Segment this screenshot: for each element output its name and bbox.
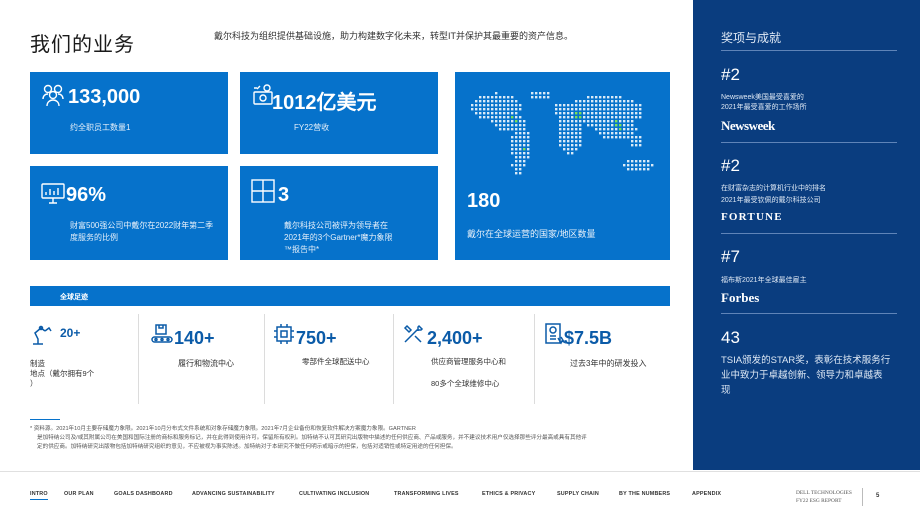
- parts-desc: 零部件全球配送中心: [302, 357, 370, 366]
- nav-intro[interactable]: INTRO: [30, 491, 48, 500]
- fortune500-desc: 财富500强公司中戴尔在2022财年第二季度服务的比例: [70, 221, 214, 242]
- award-rank: 43: [721, 328, 740, 347]
- sidebar-rule: [721, 142, 897, 143]
- award-text: 2021年最受钦佩的戴尔科技公司: [721, 197, 821, 204]
- card-fortune500: 96% 财富500强公司中戴尔在2022财年第二季度服务的比例: [30, 166, 228, 260]
- report-name: FY22 ESG REPORT: [796, 498, 842, 504]
- sidebar-rule: [721, 313, 897, 314]
- tools-icon: [403, 324, 424, 343]
- rnd-desc: 过去3年中的研发投入: [570, 359, 647, 368]
- service-desc3: 80多个全球维修中心: [431, 379, 500, 388]
- conveyor-icon: [151, 324, 173, 343]
- page-title: 我们的业务: [30, 34, 135, 56]
- sidebar-rule: [721, 233, 897, 234]
- parts-value: 750+: [296, 328, 337, 348]
- employees-value: 133,000: [68, 86, 141, 108]
- gartner-desc: 戴尔科技公司被评为领导者在2021年的3个Gartner*魔力象限™报告中*: [284, 221, 393, 254]
- gartner-value: 3: [278, 184, 290, 206]
- brand-name: DELL TECHNOLOGIES: [796, 490, 852, 496]
- rnd-value: $7.5B: [564, 328, 613, 348]
- logistics-desc: 履行和物流中心: [178, 359, 234, 368]
- card-gartner: 3 戴尔科技公司被评为领导者在2021年的3个Gartner*魔力象限™报告中*: [240, 166, 438, 260]
- revenue-value: 1012亿美元: [272, 92, 377, 114]
- nav-advancing-sustainability[interactable]: ADVANCING SUSTAINABILITY: [192, 491, 275, 497]
- divider: [393, 314, 394, 404]
- award-rank: #2: [721, 65, 740, 84]
- global-footprint-label: 全球足迹: [60, 294, 88, 301]
- brand-divider: [862, 488, 863, 506]
- stat-rnd: $7.5B 过去3年中的研发投入: [534, 314, 670, 404]
- people-icon: [42, 84, 64, 107]
- forbes-logo: Forbes: [721, 290, 760, 305]
- grid-icon: [251, 179, 275, 203]
- nav-transforming-lives[interactable]: TRANSFORMING LIVES: [394, 491, 459, 497]
- newsweek-logo: Newsweek: [721, 118, 775, 133]
- nav-divider: [0, 471, 920, 472]
- award-text: TSIA颁发的STAR奖，表彰在技术服务行业中致力于卓越创新、领导力和卓越表现: [721, 355, 891, 396]
- divider: [264, 314, 265, 404]
- divider: [534, 314, 535, 404]
- footnote: * 资料源。2021年10月主要存储魔力象限。2021年10月分布式文件系统和对…: [30, 425, 670, 452]
- nav-goals-dashboard[interactable]: GOALS DASHBOARD: [114, 491, 173, 497]
- manufacturing-desc3: ）: [30, 379, 38, 388]
- award-text: 在财富杂志的计算机行业中的排名: [721, 185, 826, 192]
- chip-icon: [274, 324, 294, 344]
- global-footprint-bar: 全球足迹: [30, 286, 670, 306]
- manufacturing-value: 20+: [60, 326, 81, 340]
- intro-text: 戴尔科技为组织提供基础设施，助力构建数字化未来，转型IT并保护其最重要的资产信息…: [214, 31, 574, 41]
- footnote-line: * 资料源。2021年10月主要存储魔力象限。2021年10月分布式文件系统和对…: [30, 426, 416, 432]
- document-icon: [545, 323, 566, 345]
- stat-service: 2,400+ 供应商管理服务中心和 80多个全球维修中心: [393, 314, 533, 404]
- award-rank: #7: [721, 247, 740, 266]
- divider: [138, 314, 139, 404]
- stat-logistics: 140+ 履行和物流中心: [138, 314, 263, 404]
- footnote-line: 定的供应商。加特纳研究出版物包括加特纳研究组织的意见，不应被视为事实陈述。加特纳…: [37, 444, 457, 450]
- footnote-line: 是加特纳公司及/或其附属公司在美国和国际注册的商标和服务标记，并在此得到使用许可…: [37, 435, 587, 441]
- chart-monitor-icon: [41, 183, 65, 204]
- employees-desc: 约全职员工数量1: [70, 123, 131, 132]
- page-number: 5: [876, 493, 880, 499]
- nav-ethics-privacy[interactable]: ETHICS & PRIVACY: [482, 491, 535, 497]
- award-text: 2021年最受喜爱的工作场所: [721, 104, 807, 111]
- award-text: 福布斯2021年全球最佳雇主: [721, 277, 807, 284]
- stat-manufacturing: 20+ 制造 地点（戴尔拥有9个 ）: [30, 314, 137, 404]
- nav-by-the-numbers[interactable]: BY THE NUMBERS: [619, 491, 670, 497]
- nav-cultivating-inclusion[interactable]: CULTIVATING INCLUSION: [299, 491, 369, 497]
- stat-parts: 750+ 零部件全球配送中心: [264, 314, 392, 404]
- robot-arm-icon: [33, 325, 52, 345]
- countries-desc: 戴尔在全球运营的国家/地区数量: [467, 229, 596, 239]
- card-employees: 133,000 约全职员工数量1: [30, 72, 228, 154]
- logistics-value: 140+: [174, 328, 215, 348]
- manufacturing-desc2: 地点（戴尔拥有9个: [30, 369, 95, 378]
- sidebar-title: 奖项与成就: [721, 31, 782, 45]
- fortune-logo: FORTUNE: [721, 211, 783, 223]
- nav-our-plan[interactable]: OUR PLAN: [64, 491, 94, 497]
- card-revenue: 1012亿美元 FY22营收: [240, 72, 438, 154]
- awards-sidebar: 奖项与成就 #2 Newsweek美国最受喜爱的 2021年最受喜爱的工作场所 …: [693, 0, 920, 470]
- revenue-desc: FY22营收: [294, 123, 330, 132]
- footnote-rule: [30, 419, 60, 420]
- award-rank: #2: [721, 156, 740, 175]
- card-countries: 180 戴尔在全球运营的国家/地区数量: [455, 72, 670, 260]
- nav-supply-chain[interactable]: SUPPLY CHAIN: [557, 491, 599, 497]
- sidebar-rule: [721, 50, 897, 51]
- fortune500-value: 96%: [66, 184, 107, 206]
- service-value: 2,400+: [427, 328, 483, 348]
- countries-value: 180: [467, 190, 501, 212]
- service-desc: 供应商管理服务中心和: [431, 357, 506, 366]
- world-map: [471, 92, 654, 175]
- nav-appendix[interactable]: APPENDIX: [692, 491, 721, 497]
